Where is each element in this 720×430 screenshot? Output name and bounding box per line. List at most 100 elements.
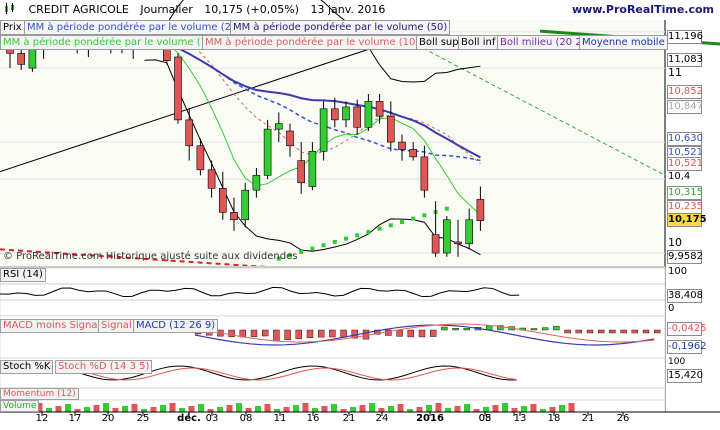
volume-bar	[293, 405, 299, 412]
price-tag: 9,9582	[667, 250, 703, 264]
price-tag: 11,196	[667, 30, 703, 44]
macd-bar	[396, 329, 403, 337]
volume-bar	[350, 407, 356, 412]
momentum-panel[interactable]	[0, 387, 666, 401]
sar-dot	[366, 229, 371, 234]
macd-bar	[430, 329, 437, 337]
volume-bar	[464, 404, 470, 412]
macd-value-tag: -0,0425	[667, 322, 707, 336]
price-tag: 10,852	[667, 85, 703, 99]
stoch-d-title[interactable]: Stoch %D (14 3 5)	[55, 360, 153, 374]
macd-hist-title[interactable]: MACD moins Signal	[0, 319, 104, 333]
legend-wma50[interactable]: MM à période pondérée par le volume (50)	[230, 20, 451, 35]
volume-bar	[46, 408, 52, 412]
legend-boll-sup[interactable]: Boll sup	[416, 35, 462, 50]
volume-bar	[492, 405, 499, 412]
candle-body	[308, 151, 317, 187]
sar-dot	[310, 246, 315, 251]
price-tick: 10	[668, 236, 682, 249]
volume-bar	[103, 403, 109, 412]
x-axis-label: 12	[35, 413, 49, 424]
price-tag: 11,083	[667, 53, 703, 67]
legend-wma100[interactable]: MM à période pondérée par le volume (100…	[202, 35, 429, 50]
volume-title[interactable]: Volume	[0, 400, 40, 412]
candle-body	[286, 130, 294, 147]
sar-dot	[344, 236, 348, 241]
watermark-text: © ProRealTime.com Historique ajusté suit…	[3, 251, 298, 262]
macd-bar	[564, 329, 571, 334]
price-tag: 10,315	[667, 186, 703, 200]
candle-body	[398, 141, 406, 150]
last-price-tag: 10,175	[667, 213, 707, 227]
candle-body	[207, 169, 216, 189]
legend-wma7[interactable]: MM à période pondérée par le volume (7)	[0, 35, 214, 50]
legend-moyenne-mobile[interactable]: Moyenne mobile	[579, 35, 668, 50]
x-axis-ticks	[41, 412, 624, 416]
volume-bar	[502, 403, 508, 412]
price-tick: 11	[668, 66, 682, 79]
legend-prix[interactable]: Prix	[0, 20, 25, 35]
candle-body	[28, 49, 37, 69]
volume-bar	[530, 404, 537, 412]
volume-bar	[55, 406, 62, 412]
candle-body	[274, 123, 283, 130]
x-axis-label: 24	[375, 413, 389, 424]
macd-bar	[306, 329, 314, 338]
price-tag: 10,521	[667, 157, 703, 171]
macd-bar	[418, 329, 426, 338]
x-axis-label: 20	[101, 413, 115, 424]
candle-body	[442, 219, 451, 254]
x-axis-label: 03	[205, 413, 219, 424]
x-axis-label: 18	[547, 413, 561, 424]
rsi-tick: 0	[668, 303, 675, 314]
x-axis-label: 13	[513, 413, 527, 424]
macd-value-tag: -0,1962	[667, 340, 707, 354]
macd-bar	[407, 329, 414, 338]
legend-boll-inf[interactable]: Boll inf	[458, 35, 499, 50]
candle-body	[465, 219, 474, 245]
rsi-title[interactable]: RSI (14)	[0, 268, 46, 282]
macd-bar	[586, 329, 594, 334]
candle-body	[342, 106, 350, 121]
volume-bar	[84, 407, 90, 412]
macd-title[interactable]: MACD (12 26 9)	[133, 319, 219, 333]
volume-bar	[93, 405, 100, 412]
volume-bar	[568, 403, 575, 412]
price-tag: 10,235	[667, 200, 703, 214]
candle-body	[375, 101, 384, 117]
sar-dot	[355, 233, 360, 238]
candle-body	[297, 160, 306, 184]
legend-boll-milieu[interactable]: Boll milieu (20 2)	[497, 35, 589, 50]
candle-body	[330, 108, 339, 121]
macd-bar	[542, 327, 549, 331]
sar-dot	[411, 216, 416, 221]
macd-signal-title[interactable]: Signal	[98, 319, 135, 333]
rsi-panel[interactable]	[0, 267, 666, 317]
volume-bar	[169, 403, 176, 412]
x-axis-label: 21	[581, 413, 595, 424]
macd-bar	[295, 329, 302, 339]
x-axis-label: 08	[239, 413, 253, 424]
x-axis-label: 17	[68, 413, 82, 424]
stoch-k-title[interactable]: Stoch %K	[0, 360, 54, 374]
rsi-value-tag: 38,408	[667, 289, 703, 303]
volume-bar	[112, 408, 119, 412]
macd-bar	[239, 329, 247, 338]
sar-dot	[299, 249, 304, 254]
x-axis-label: 11	[273, 413, 287, 424]
price-tag: 10,847	[667, 100, 703, 114]
volume-bar	[302, 403, 309, 412]
momentum-title[interactable]: Momentum (12)	[0, 388, 79, 400]
sar-dot	[444, 206, 449, 211]
volume-bar	[122, 406, 128, 412]
stoch-value-tag: 15,420	[667, 369, 703, 383]
volume-bar	[511, 408, 518, 412]
macd-bar	[631, 329, 638, 334]
macd-bar	[598, 329, 605, 334]
candle-body	[431, 234, 440, 254]
legend-wma20[interactable]: MM à période pondérée par le volume (20)	[24, 20, 245, 35]
volume-bar	[236, 403, 242, 412]
price-panel[interactable]	[0, 20, 665, 266]
x-axis-label: 08	[478, 413, 492, 424]
macd-bar	[553, 325, 560, 331]
